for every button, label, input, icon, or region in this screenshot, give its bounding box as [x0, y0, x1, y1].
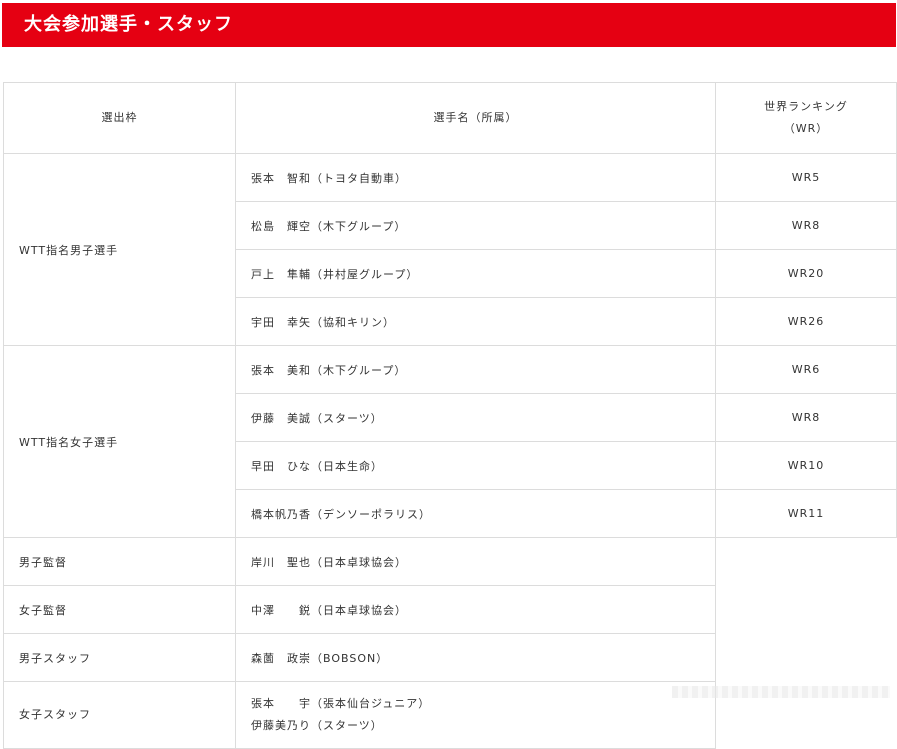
table-row: WTT指名女子選手 張本 美和（木下グループ） WR6 — [3, 345, 897, 538]
player-ranking: WR26 — [715, 297, 897, 346]
player-ranking: WR10 — [715, 441, 897, 490]
player-ranking: WR5 — [715, 153, 897, 202]
player-name: 松島 輝空（木下グループ） — [235, 201, 716, 250]
staff-name-line1: 張本 宇（張本仙台ジュニア） — [251, 697, 431, 710]
header-ranking: 世界ランキング （WR） — [715, 82, 897, 154]
header-ranking-line2: （WR） — [783, 122, 829, 135]
section-title: 大会参加選手・スタッフ — [24, 14, 233, 35]
staff-role: 女子監督 — [3, 585, 236, 634]
staff-name: 中澤 鋭（日本卓球協会） — [235, 585, 716, 634]
player-ranking: WR20 — [715, 249, 897, 298]
player-name: 早田 ひな（日本生命） — [235, 441, 716, 490]
group-women-wtt: WTT指名女子選手 — [3, 345, 236, 538]
participants-table: 選出枠 選手名（所属） 世界ランキング （WR） WTT指名男子選手 張本 智和… — [3, 82, 897, 749]
group-men-wtt: WTT指名男子選手 — [3, 153, 236, 346]
staff-name-multi: 張本 宇（張本仙台ジュニア） 伊藤美乃り（スターツ） — [235, 681, 716, 749]
header-ranking-line1: 世界ランキング — [764, 100, 848, 113]
player-name: 宇田 幸矢（協和キリン） — [235, 297, 716, 346]
staff-role: 男子監督 — [3, 537, 236, 586]
player-name: 伊藤 美誠（スターツ） — [235, 393, 716, 442]
player-ranking: WR11 — [715, 489, 897, 538]
staff-name-line2: 伊藤美乃り（スターツ） — [251, 719, 383, 732]
player-name: 橋本帆乃香（デンソーポラリス） — [235, 489, 716, 538]
table-header-row: 選出枠 選手名（所属） 世界ランキング （WR） — [3, 82, 897, 154]
player-ranking: WR8 — [715, 201, 897, 250]
section-title-banner: 大会参加選手・スタッフ — [2, 3, 896, 47]
player-ranking: WR6 — [715, 345, 897, 394]
header-player: 選手名（所属） — [235, 82, 716, 154]
staff-name: 岸川 聖也（日本卓球協会） — [235, 537, 716, 586]
staff-name: 森薗 政崇（BOBSON） — [235, 633, 716, 682]
player-name: 張本 美和（木下グループ） — [235, 345, 716, 394]
header-selection: 選出枠 — [3, 82, 236, 154]
table-row: WTT指名男子選手 張本 智和（トヨタ自動車） WR5 — [3, 153, 897, 346]
staff-role: 男子スタッフ — [3, 633, 236, 682]
player-ranking: WR8 — [715, 393, 897, 442]
horizontal-scrollbar[interactable] — [672, 686, 890, 698]
staff-role: 女子スタッフ — [3, 681, 236, 749]
player-name: 戸上 隼輔（井村屋グループ） — [235, 249, 716, 298]
player-name: 張本 智和（トヨタ自動車） — [235, 153, 716, 202]
table-row: 男子監督 岸川 聖也（日本卓球協会） — [3, 537, 897, 586]
